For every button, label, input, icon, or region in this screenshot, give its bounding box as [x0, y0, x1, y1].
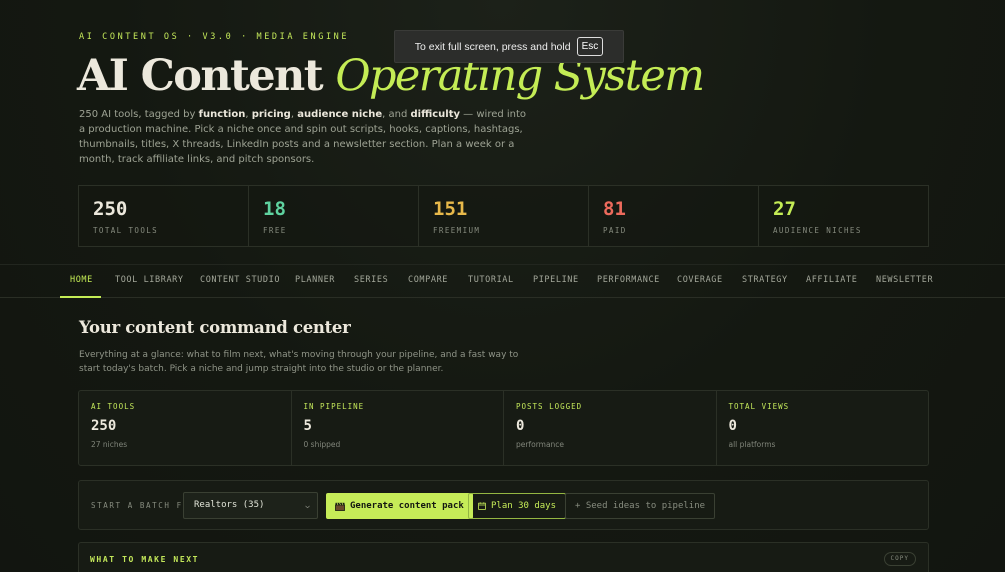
stat-audience-niches: 27 AUDIENCE NICHES	[759, 186, 928, 246]
hero-desc-sep: , and	[382, 109, 411, 120]
tab-tutorial[interactable]: TUTORIAL	[468, 265, 514, 298]
seed-ideas-button[interactable]: + Seed ideas to pipeline	[565, 493, 716, 519]
plan-30-days-button[interactable]: Plan 30 days	[468, 493, 567, 519]
tab-tool-library[interactable]: TOOL LIBRARY	[115, 265, 184, 298]
metric-sub: 27 niches	[91, 440, 128, 449]
calendar-icon	[478, 502, 486, 510]
metric-value: 250	[91, 418, 117, 434]
metric-ai-tools: AI TOOLS 250 27 niches	[79, 391, 292, 465]
tab-strategy[interactable]: STRATEGY	[742, 265, 788, 298]
tab-planner[interactable]: PLANNER	[295, 265, 335, 298]
niche-select-value: Realtors (35)	[194, 500, 265, 510]
esc-key-badge: Esc	[576, 37, 604, 56]
metric-label: AI TOOLS	[91, 402, 136, 411]
tab-home[interactable]: HOME	[70, 265, 93, 298]
stat-value: 81	[603, 198, 626, 220]
section-title: Your content command center	[79, 318, 351, 337]
stat-value: 18	[263, 198, 286, 220]
niche-select[interactable]: Realtors (35) ⌵	[183, 492, 318, 519]
active-tab-indicator	[60, 296, 101, 298]
tab-series[interactable]: SERIES	[354, 265, 388, 298]
what-to-make-next-panel: WHAT TO MAKE NEXT COPY	[78, 542, 929, 572]
generate-content-pack-button[interactable]: Generate content pack	[326, 493, 473, 519]
hero-desc-bold-difficulty: difficulty	[410, 109, 460, 120]
stat-label: FREE	[263, 226, 287, 235]
chevron-down-icon: ⌵	[305, 501, 310, 510]
metric-label: POSTS LOGGED	[516, 402, 583, 411]
tab-compare[interactable]: COMPARE	[408, 265, 448, 298]
stat-freemium: 151 FREEMIUM	[419, 186, 589, 246]
section-description: Everything at a glance: what to film nex…	[79, 350, 519, 374]
metric-posts-logged: POSTS LOGGED 0 performance	[504, 391, 717, 465]
metric-label: IN PIPELINE	[303, 402, 365, 411]
metric-value: 5	[303, 418, 312, 434]
stat-paid: 81 PAID	[589, 186, 759, 246]
stat-value: 27	[773, 198, 796, 220]
metrics-panel: AI TOOLS 250 27 niches IN PIPELINE 5 0 s…	[78, 390, 929, 466]
batch-label: START A BATCH FOR	[91, 501, 195, 510]
hero-description: 250 AI tools, tagged by function, pricin…	[79, 107, 529, 167]
copy-button[interactable]: COPY	[883, 552, 916, 566]
metric-value: 0	[516, 418, 525, 434]
tab-content-studio[interactable]: CONTENT STUDIO	[200, 265, 280, 298]
stat-label: AUDIENCE NICHES	[773, 226, 862, 235]
hero-desc-bold-function: function	[198, 109, 246, 120]
plan-label: Plan 30 days	[491, 501, 557, 511]
hero-desc-bold-pricing: pricing	[251, 109, 291, 120]
metric-in-pipeline: IN PIPELINE 5 0 shipped	[292, 391, 504, 465]
clapperboard-icon	[335, 502, 345, 511]
stat-value: 151	[433, 198, 468, 220]
stat-free: 18 FREE	[249, 186, 419, 246]
start-batch-bar: START A BATCH FOR Realtors (35) ⌵ Genera…	[78, 480, 929, 530]
tab-coverage[interactable]: COVERAGE	[677, 265, 723, 298]
panel-title: WHAT TO MAKE NEXT	[90, 555, 200, 564]
stat-label: TOTAL TOOLS	[93, 226, 159, 235]
metric-sub: performance	[516, 440, 565, 449]
metric-sub: 0 shipped	[303, 440, 341, 449]
stat-value: 250	[93, 198, 128, 220]
metric-value: 0	[728, 418, 737, 434]
hero-title-main: AI Content	[77, 51, 324, 101]
app-eyebrow: AI CONTENT OS · V3.0 · MEDIA ENGINE	[79, 32, 350, 42]
tab-newsletter[interactable]: NEWSLETTER	[876, 265, 933, 298]
stat-label: FREEMIUM	[433, 226, 481, 235]
tab-performance[interactable]: PERFORMANCE	[597, 265, 660, 298]
fullscreen-toast-text: To exit full screen, press and hold	[414, 40, 571, 53]
tab-pipeline[interactable]: PIPELINE	[533, 265, 579, 298]
hero-desc-bold-niche: audience niche	[297, 109, 383, 120]
stat-total-tools: 250 TOTAL TOOLS	[79, 186, 249, 246]
metric-total-views: TOTAL VIEWS 0 all platforms	[717, 391, 929, 465]
stat-label: PAID	[603, 226, 627, 235]
fullscreen-exit-toast: To exit full screen, press and hold Esc	[394, 30, 624, 63]
hero-desc-text: 250 AI tools, tagged by	[79, 109, 199, 120]
main-nav: HOME TOOL LIBRARY CONTENT STUDIO PLANNER…	[0, 264, 1005, 298]
seed-label: + Seed ideas to pipeline	[575, 501, 706, 511]
metric-sub: all platforms	[728, 440, 776, 449]
tab-affiliate[interactable]: AFFILIATE	[806, 265, 857, 298]
generate-label: Generate content pack	[350, 501, 464, 511]
metric-label: TOTAL VIEWS	[728, 402, 790, 411]
tool-stats-bar: 250 TOTAL TOOLS 18 FREE 151 FREEMIUM 81 …	[78, 185, 929, 247]
